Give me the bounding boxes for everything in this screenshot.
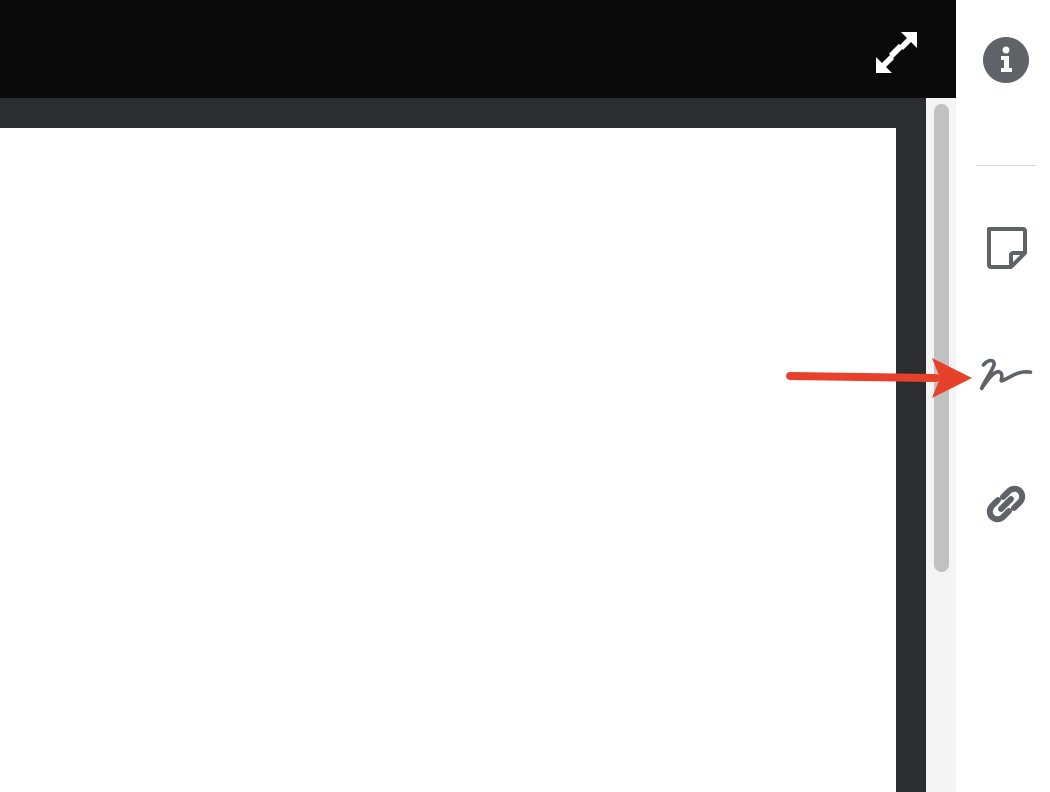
document-scroll-area[interactable]	[0, 98, 926, 792]
expand-arrows-icon	[876, 32, 917, 73]
sticky-note-button[interactable]	[978, 220, 1034, 276]
signature-icon	[979, 358, 1033, 391]
viewer-toolbar	[0, 0, 956, 98]
document-viewer	[0, 0, 956, 792]
sticky-note-icon	[987, 227, 1027, 269]
info-circle-icon	[983, 37, 1029, 83]
signature-button[interactable]	[978, 346, 1034, 402]
scrollbar-thumb[interactable]	[934, 104, 949, 572]
link-button[interactable]	[978, 476, 1034, 532]
link-icon	[986, 485, 1026, 523]
scrollbar-track[interactable]	[926, 98, 956, 792]
right-sidebar	[956, 0, 1050, 792]
fullscreen-button[interactable]	[872, 28, 920, 76]
document-page	[0, 128, 896, 792]
info-button[interactable]	[978, 32, 1034, 88]
sidebar-divider	[976, 165, 1036, 166]
